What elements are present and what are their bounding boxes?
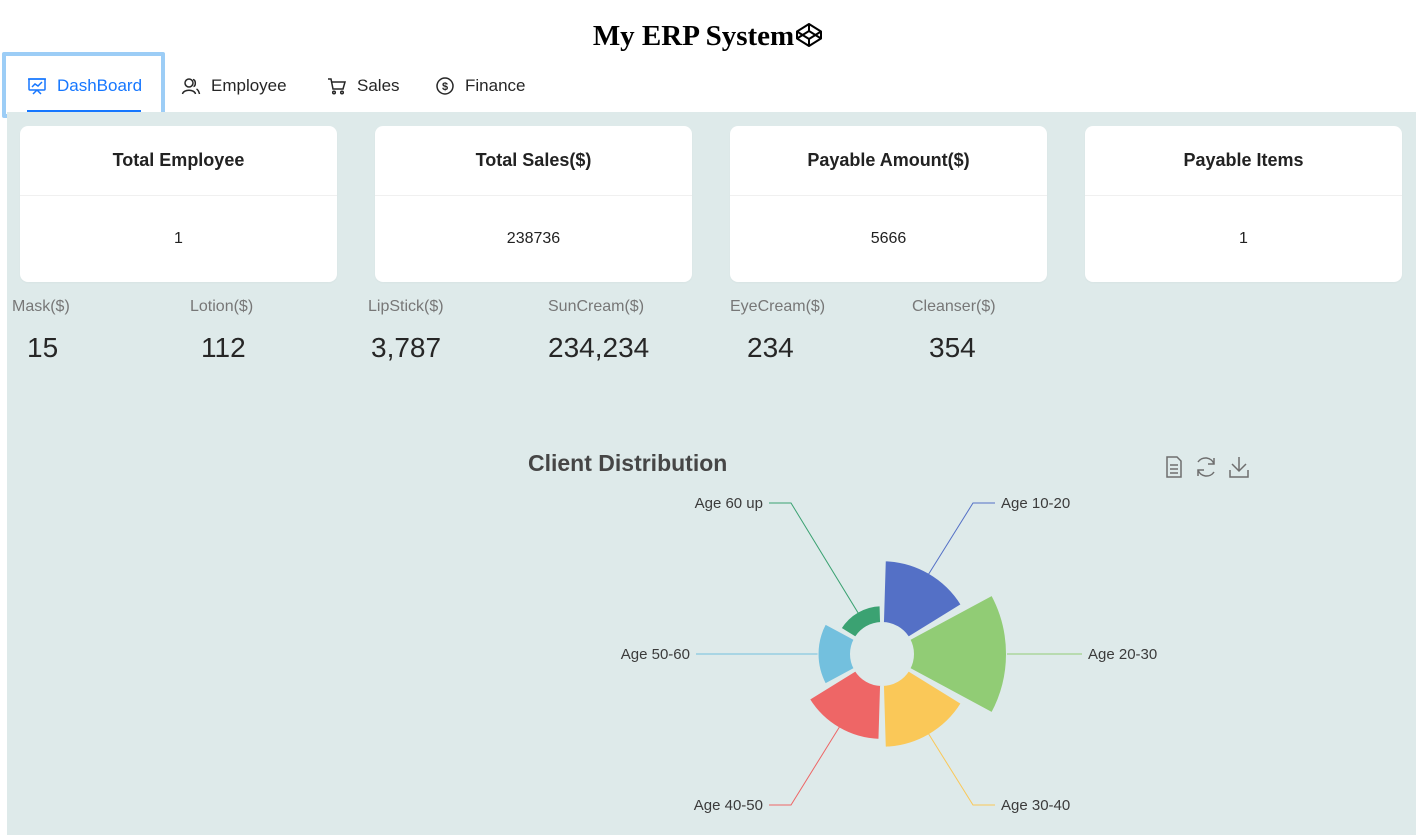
cart-icon	[328, 78, 346, 95]
label-line	[769, 716, 846, 806]
svg-text:$: $	[442, 81, 448, 93]
slice-label: Age 40-50	[694, 797, 763, 814]
label-line	[769, 502, 862, 619]
label-line	[921, 722, 995, 806]
tab-employee[interactable]: Employee	[181, 62, 287, 110]
employee-icon	[181, 78, 201, 95]
slice-label: Age 30-40	[1001, 797, 1070, 814]
app-title: My ERP System	[0, 20, 1416, 53]
tab-finance-label: Finance	[465, 76, 526, 95]
slice-label: Age 20-30	[1088, 646, 1157, 663]
rose-slice[interactable]	[839, 604, 883, 639]
focus-ring	[2, 52, 165, 118]
dashboard-content: Total Employee 1 Total Sales($) 238736 P…	[7, 112, 1416, 835]
slice-label: Age 50-60	[621, 646, 690, 663]
tab-finance[interactable]: $ Finance	[435, 62, 525, 110]
app-title-text: My ERP System	[592, 20, 795, 52]
main-nav: DashBoard Employee Sales $ Finance	[0, 62, 1416, 114]
client-distribution-chart: Age 10-20 Age 20-30 Age 30-40 Age 40-50 Age …	[621, 495, 1157, 814]
tab-sales[interactable]: Sales	[327, 62, 400, 110]
codepen-icon	[796, 23, 823, 47]
tab-employee-label: Employee	[211, 76, 287, 95]
slice-label: Age 10-20	[1001, 495, 1070, 512]
tab-sales-label: Sales	[357, 76, 400, 95]
label-line	[921, 502, 995, 586]
dollar-icon: $	[436, 77, 454, 95]
rose-slice[interactable]	[807, 669, 883, 741]
slice-label: Age 60 up	[695, 495, 763, 512]
